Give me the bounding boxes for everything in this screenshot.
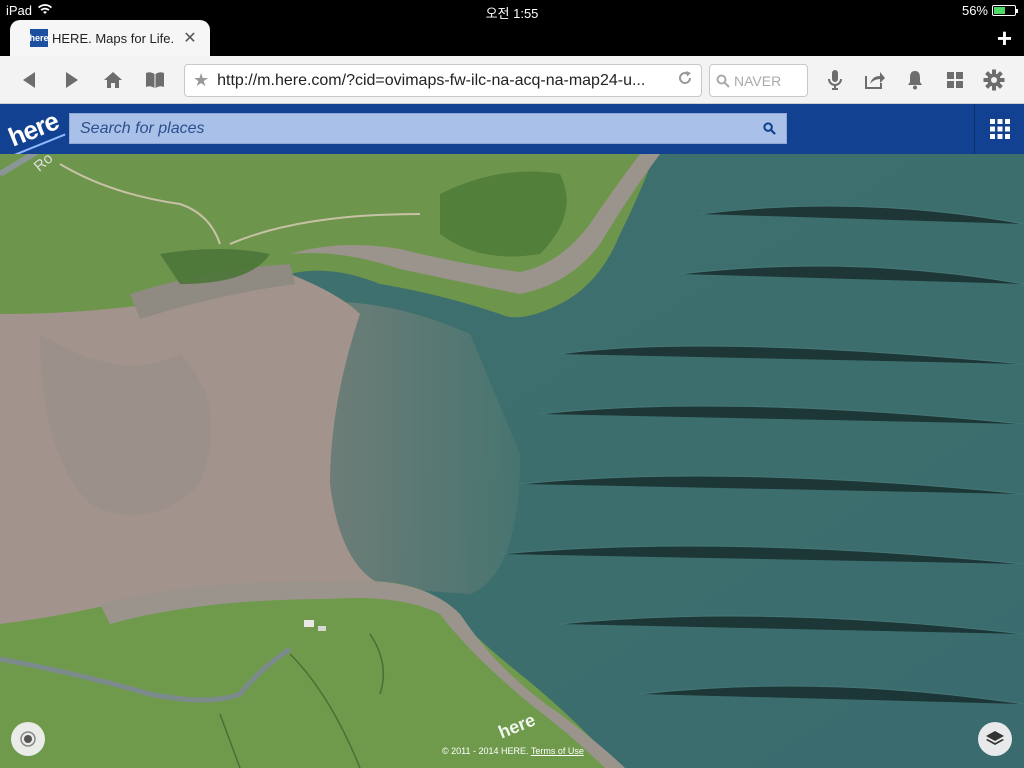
browser-toolbar: ★ http://m.here.com/?cid=ovimaps-fw-ilc-… [0,56,1024,104]
gear-icon [983,69,1005,91]
home-button[interactable] [100,68,126,92]
here-logo[interactable]: here [4,106,63,154]
map-layers-button[interactable] [978,722,1012,756]
status-bar: iPad 오전 1:55 56% [0,0,1024,21]
back-arrow-icon [23,72,35,88]
map-imagery[interactable] [0,154,1024,768]
url-text[interactable]: http://m.here.com/?cid=ovimaps-fw-ilc-na… [217,72,671,90]
here-favicon-icon: here [30,29,49,47]
tab-title: HERE. Maps for Life. [52,30,175,46]
building [304,620,314,627]
tab-close-button[interactable]: ✕ [182,28,198,48]
book-icon [146,72,164,88]
battery-icon [992,5,1018,16]
tabs-grid-button[interactable] [942,68,968,92]
bookmark-star-icon[interactable]: ★ [193,70,209,91]
copyright-notice: © 2011 - 2014 HERE. Terms of Use [442,746,584,756]
new-tab-button[interactable]: + [997,24,1012,52]
forward-button[interactable] [59,68,85,92]
here-header: here [0,104,1024,154]
terms-of-use-link[interactable]: Terms of Use [531,746,584,756]
building [318,626,326,631]
satellite-map[interactable]: Ro here © 2011 - 2014 HERE. Terms of Use [0,154,1024,768]
grid-icon [947,72,963,88]
reload-icon[interactable] [677,70,693,91]
address-bar[interactable]: ★ http://m.here.com/?cid=ovimaps-fw-ilc-… [184,64,702,97]
app-grid-icon [989,119,1010,139]
microphone-icon [828,70,842,90]
naver-search-placeholder: NAVER [734,72,782,89]
battery-percent: 56% [961,3,988,18]
forward-arrow-icon [66,72,78,88]
voice-button[interactable] [822,68,848,92]
back-button[interactable] [16,68,42,92]
notifications-button[interactable] [902,68,928,92]
bookmarks-button[interactable] [142,68,168,92]
layers-icon [986,731,1004,745]
share-icon [865,72,885,89]
location-target-icon [20,731,36,747]
search-icon [716,74,730,88]
search-icon[interactable] [763,122,776,135]
search-places-box[interactable] [69,113,787,144]
search-places-input[interactable] [80,119,763,138]
settings-button[interactable] [981,68,1007,92]
tab-bar: here HERE. Maps for Life. ✕ + [0,20,1024,56]
home-icon [104,72,122,88]
status-right: 56% [961,3,1018,18]
naver-search-box[interactable]: NAVER [709,64,808,97]
copyright-text: © 2011 - 2014 HERE. [442,746,529,756]
my-location-button[interactable] [11,722,45,756]
app-menu-button[interactable] [974,104,1024,154]
share-button[interactable] [862,68,888,92]
browser-tab[interactable]: here HERE. Maps for Life. ✕ [10,20,210,56]
bell-icon [908,71,922,90]
